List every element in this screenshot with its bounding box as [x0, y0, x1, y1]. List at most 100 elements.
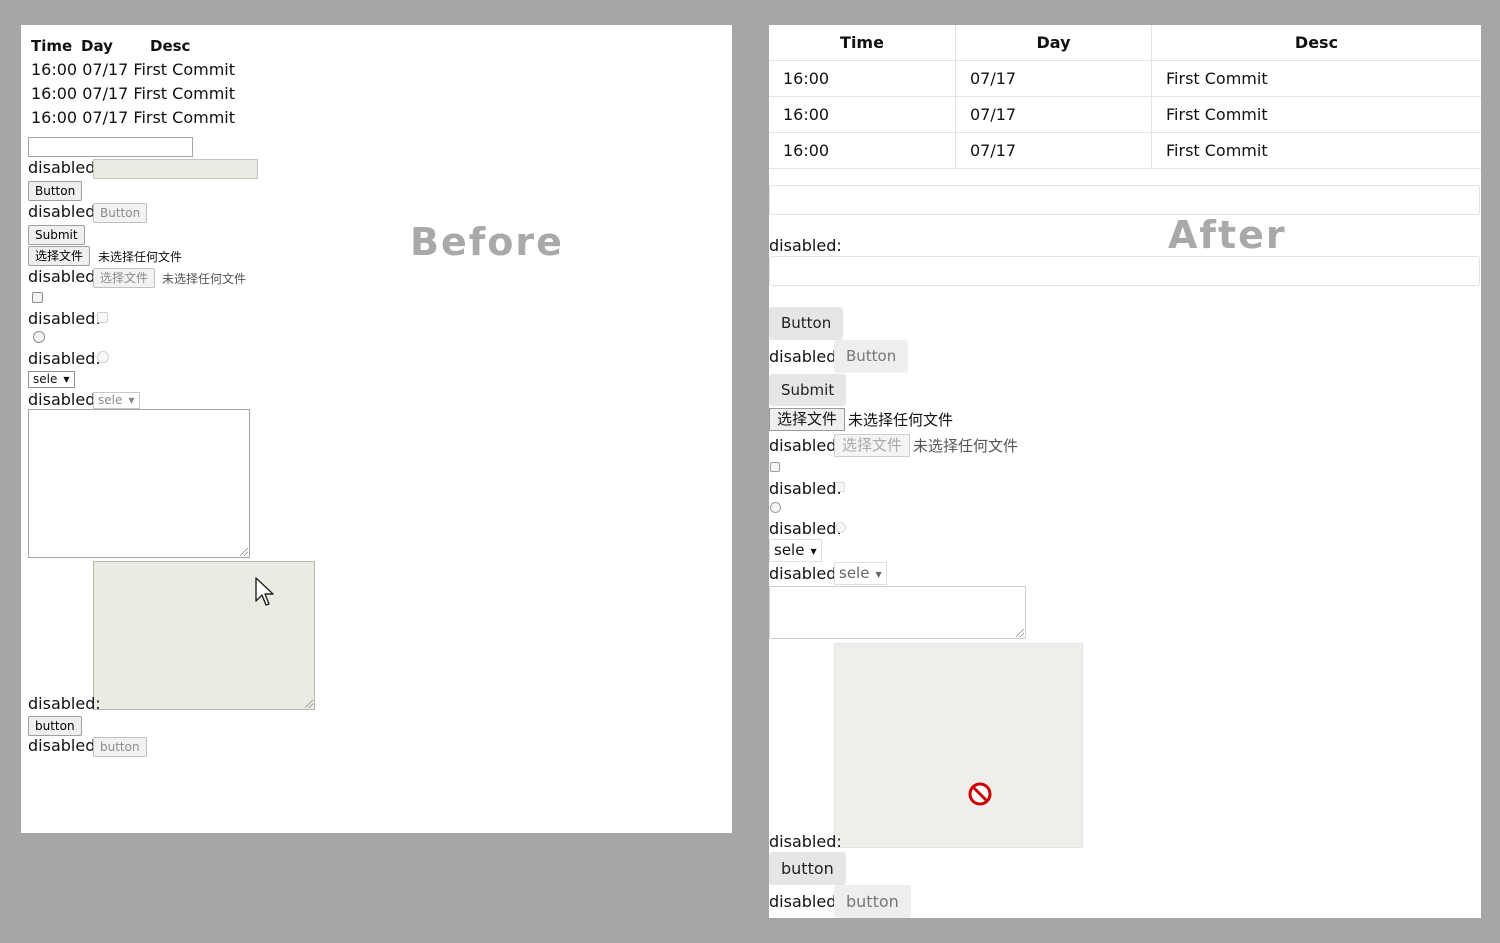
button[interactable]: Button: [769, 307, 844, 340]
table-header-day: Day: [81, 37, 113, 55]
before-panel: Before Time Day Desc 16:00 07/17 First C…: [21, 25, 732, 833]
file-choose-button[interactable]: 选择文件: [769, 408, 846, 431]
disabled-label: disabled:: [769, 519, 842, 538]
textarea-disabled: [834, 643, 1083, 848]
file-status: 未选择任何文件: [98, 250, 183, 264]
table-row: 16:00 07/17 First Commit: [769, 60, 1481, 97]
table-row: 16:00 07/17 First Commit: [31, 108, 235, 128]
disabled-label: disabled:: [769, 347, 842, 366]
disabled-label: disabled:: [28, 158, 101, 177]
text-input-disabled: [769, 256, 1480, 286]
table-cell-day: 07/17: [955, 132, 1152, 169]
disabled-label: disabled:: [769, 832, 842, 851]
textarea-disabled: [93, 561, 315, 710]
select-value: sele: [839, 564, 870, 582]
table-row: 16:00 07/17 First Commit: [769, 96, 1481, 133]
table-header-desc: Desc: [150, 37, 191, 55]
select-value: sele: [33, 372, 58, 386]
radio-disabled: [835, 522, 846, 533]
textarea[interactable]: [769, 586, 1026, 639]
table-cell-time: 16:00: [769, 60, 956, 97]
table-cell-desc: First Commit: [133, 84, 236, 103]
text-input-disabled: [93, 159, 258, 179]
select[interactable]: sele ▼: [769, 539, 822, 562]
table-row: 16:00 07/17 First Commit: [769, 132, 1481, 169]
table-cell-desc: First Commit: [1151, 96, 1481, 133]
disabled-label: disabled:: [28, 349, 101, 368]
table-cell-day: 07/17: [82, 60, 129, 79]
resize-grip-icon: [305, 700, 313, 708]
table-cell-time: 16:00: [31, 60, 78, 79]
table-header-desc: Desc: [1151, 25, 1481, 61]
table-cell-day: 07/17: [82, 84, 129, 103]
not-allowed-cursor-icon: [968, 782, 992, 806]
table-cell-time: 16:00: [769, 96, 956, 133]
radio[interactable]: [33, 331, 45, 343]
file-choose-button-disabled: 选择文件: [834, 434, 911, 457]
table-cell-day: 07/17: [955, 96, 1152, 133]
table-cell-desc: First Commit: [133, 60, 236, 79]
disabled-label: disabled:: [28, 309, 101, 328]
disabled-label: disabled:: [28, 694, 101, 713]
table-cell-day: 07/17: [82, 108, 129, 127]
table-header-day: Day: [955, 25, 1152, 61]
table-cell-desc: First Commit: [133, 108, 236, 127]
disabled-label: disabled:: [28, 390, 101, 409]
select-disabled: sele ▼: [93, 392, 140, 409]
select-disabled: sele ▼: [834, 562, 887, 585]
radio-disabled: [97, 351, 109, 363]
select-value: sele: [774, 541, 805, 559]
caret-down-icon: ▼: [128, 396, 135, 405]
table-header-time: Time: [31, 37, 73, 55]
table-cell-time: 16:00: [769, 132, 956, 169]
caret-down-icon: ▼: [875, 570, 882, 579]
table-row: 16:00 07/17 First Commit: [31, 60, 235, 80]
button-element[interactable]: button: [28, 716, 82, 736]
table-header-row: Time Day Desc: [769, 25, 1481, 61]
select-value: sele: [98, 393, 123, 407]
submit-button[interactable]: Submit: [769, 374, 847, 406]
disabled-label: disabled:: [769, 479, 842, 498]
submit-button[interactable]: Submit: [28, 225, 85, 245]
caret-down-icon: ▼: [63, 375, 70, 384]
button[interactable]: Button: [28, 181, 83, 201]
caret-down-icon: ▼: [810, 547, 817, 556]
select[interactable]: sele ▼: [28, 371, 75, 388]
file-choose-button[interactable]: 选择文件: [28, 246, 91, 266]
after-watermark: After: [1168, 213, 1287, 257]
file-choose-button-disabled: 选择文件: [93, 268, 156, 288]
radio[interactable]: [770, 502, 781, 513]
button-element-disabled: button: [834, 885, 911, 918]
table-cell-time: 16:00: [31, 84, 78, 103]
button-disabled: Button: [834, 340, 909, 373]
text-input[interactable]: [769, 185, 1480, 215]
disabled-label: disabled:: [769, 892, 842, 911]
checkbox[interactable]: [770, 462, 780, 472]
disabled-label: disabled:: [769, 564, 842, 583]
text-input[interactable]: [28, 137, 193, 157]
file-status-disabled: 未选择任何文件: [162, 272, 247, 286]
table-cell-desc: First Commit: [1151, 132, 1481, 169]
disabled-label: disabled:: [28, 736, 101, 755]
mouse-pointer-icon: [255, 577, 274, 606]
before-watermark: Before: [410, 220, 564, 264]
textarea[interactable]: [28, 409, 250, 558]
after-panel: After Time Day Desc 16:00 07/17 First Co…: [769, 25, 1481, 918]
checkbox[interactable]: [32, 292, 43, 303]
button-disabled: Button: [93, 203, 148, 223]
disabled-label: disabled:: [28, 267, 101, 286]
table-cell-time: 16:00: [31, 108, 78, 127]
data-table: Time Day Desc 16:00 07/17 First Commit 1…: [769, 25, 1481, 169]
button-element-disabled: button: [93, 737, 147, 757]
table-cell-day: 07/17: [955, 60, 1152, 97]
checkbox-disabled: [97, 312, 108, 323]
disabled-label: disabled:: [28, 202, 101, 221]
table-row: 16:00 07/17 First Commit: [31, 84, 235, 104]
checkbox-disabled: [835, 482, 845, 492]
disabled-label: disabled:: [769, 436, 842, 455]
button-element[interactable]: button: [769, 852, 846, 885]
file-status-disabled: 未选择任何文件: [913, 437, 1019, 455]
resize-grip-icon[interactable]: [240, 548, 248, 556]
resize-grip-icon[interactable]: [1016, 629, 1024, 637]
table-cell-desc: First Commit: [1151, 60, 1481, 97]
